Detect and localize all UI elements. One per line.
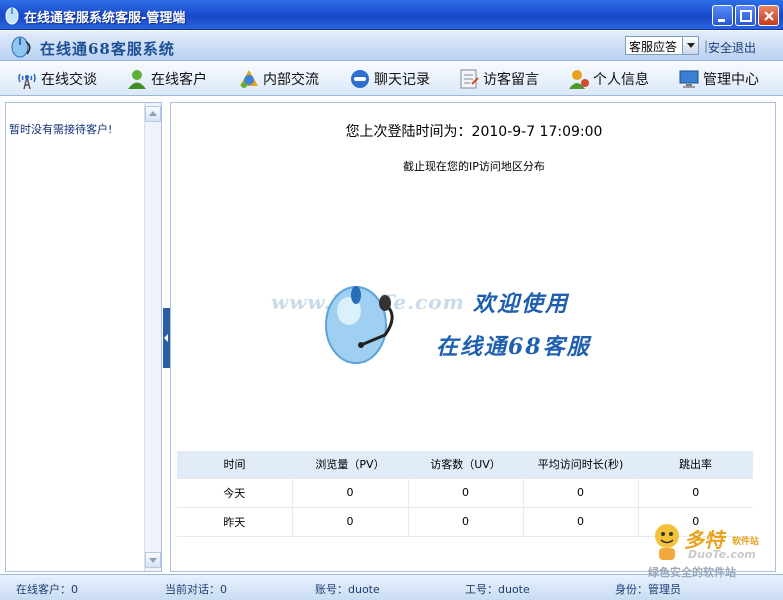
monitor-icon <box>679 70 699 88</box>
nav-personal-info[interactable]: 个人信息 <box>568 67 649 91</box>
table-cell: 0 <box>292 507 409 537</box>
column-header: 时间 <box>177 451 292 478</box>
welcome-line-1: 欢迎使用 <box>473 291 570 317</box>
app-name: 在线通68客服系统 <box>40 40 175 58</box>
nav-online-customers[interactable]: 在线客户 <box>126 67 207 91</box>
waiting-customers-panel: 暂时没有需接待客户! <box>5 102 162 572</box>
service-status-select[interactable]: 客服应答 <box>625 36 699 55</box>
nav-chat-records[interactable]: 聊天记录 <box>349 67 430 91</box>
duote-corner-logo: 多特 软件站 DuoTe.com 绿色安全的软件站 <box>648 522 780 582</box>
nav-label: 在线交谈 <box>41 72 97 88</box>
waiting-customers-text: 暂时没有需接待客户! <box>9 123 113 136</box>
table-cell: 0 <box>408 507 524 537</box>
ip-distribution-title: 截止现在您的IP访问地区分布 <box>403 160 545 173</box>
table-cell: 0 <box>292 477 409 508</box>
minimize-button[interactable] <box>712 5 733 26</box>
mouse-app-icon <box>5 7 19 25</box>
nav-label: 个人信息 <box>593 72 649 88</box>
duote-brand-url: DuoTe.com <box>688 548 756 561</box>
duote-brand-tag: 绿色安全的软件站 <box>648 566 736 579</box>
logout-link[interactable]: 安全退出 <box>708 39 756 56</box>
service-status-value: 客服应答 <box>629 40 678 54</box>
nav-visitor-messages[interactable]: 访客留言 <box>458 67 539 91</box>
sidebar-scrollbar[interactable] <box>144 103 161 571</box>
user-info-icon <box>569 70 589 89</box>
nav-label: 管理中心 <box>703 72 759 88</box>
window-title: 在线通客服系统客服-管理端 <box>24 11 186 26</box>
table-cell: 昨天 <box>177 507 293 537</box>
column-header: 浏览量（PV） <box>292 451 408 478</box>
table-cell: 0 <box>638 477 753 508</box>
maximize-button[interactable] <box>735 5 756 26</box>
welcome-line-2: 在线通68客服 <box>436 334 591 360</box>
job-number-label: 工号：duote <box>465 583 530 596</box>
table-row: 今天 0 0 0 0 <box>177 477 753 508</box>
table-cell: 0 <box>523 507 639 537</box>
scroll-down-icon[interactable] <box>145 552 161 568</box>
internal-chat-icon <box>240 70 258 88</box>
nav-label: 聊天记录 <box>374 72 430 88</box>
table-cell: 今天 <box>177 477 293 508</box>
nav-label: 内部交流 <box>263 72 319 88</box>
column-header: 平均访问时长(秒) <box>523 451 638 478</box>
scroll-up-icon[interactable] <box>145 106 161 122</box>
nav-label: 访客留言 <box>483 72 539 88</box>
panel-collapse-handle[interactable] <box>163 308 170 368</box>
column-header: 访客数（UV） <box>408 451 523 478</box>
chat-record-icon <box>351 70 369 88</box>
title-bar: 在线通客服系统客服-管理端 <box>0 0 783 30</box>
role-label: 身份：管理员 <box>615 583 681 596</box>
app-header: 在线通68客服系统 客服应答 | 安全退出 <box>0 31 783 61</box>
nav-online-chat[interactable]: 在线交谈 <box>16 67 97 91</box>
table-cell: 0 <box>408 477 524 508</box>
online-customers-count: 在线客户：0 <box>16 583 78 596</box>
headset-mouse-logo-icon <box>11 36 31 58</box>
customer-icon <box>128 70 146 89</box>
last-login-time: 您上次登陆时间为：2010-9-7 17:09:00 <box>345 124 603 140</box>
message-note-icon <box>460 69 479 89</box>
main-content: 您上次登陆时间为：2010-9-7 17:09:00 截止现在您的IP访问地区分… <box>170 102 776 572</box>
nav-management-center[interactable]: 管理中心 <box>678 67 759 91</box>
table-cell: 0 <box>523 477 639 508</box>
table-header-row: 时间 浏览量（PV） 访客数（UV） 平均访问时长(秒) 跳出率 <box>177 451 753 478</box>
close-button[interactable] <box>758 5 779 26</box>
column-header: 跳出率 <box>638 451 753 478</box>
mouse-headset-mascot-icon <box>325 286 394 364</box>
maximize-icon <box>740 10 752 22</box>
nav-label: 在线客户 <box>151 72 207 88</box>
nav-toolbar: 在线交谈 在线客户 内部交流 聊天记录 访客留言 个人信息 管理中心 <box>0 62 783 96</box>
duote-mascot-icon <box>655 524 679 560</box>
signal-tower-icon <box>18 73 36 90</box>
minimize-icon <box>718 19 725 22</box>
current-sessions-count: 当前对话：0 <box>165 583 227 596</box>
chevron-down-icon[interactable] <box>682 37 698 54</box>
duote-brand-sub: 软件站 <box>732 537 760 547</box>
account-label: 账号：duote <box>315 583 380 596</box>
nav-internal-chat[interactable]: 内部交流 <box>238 67 319 91</box>
close-icon <box>764 11 774 21</box>
